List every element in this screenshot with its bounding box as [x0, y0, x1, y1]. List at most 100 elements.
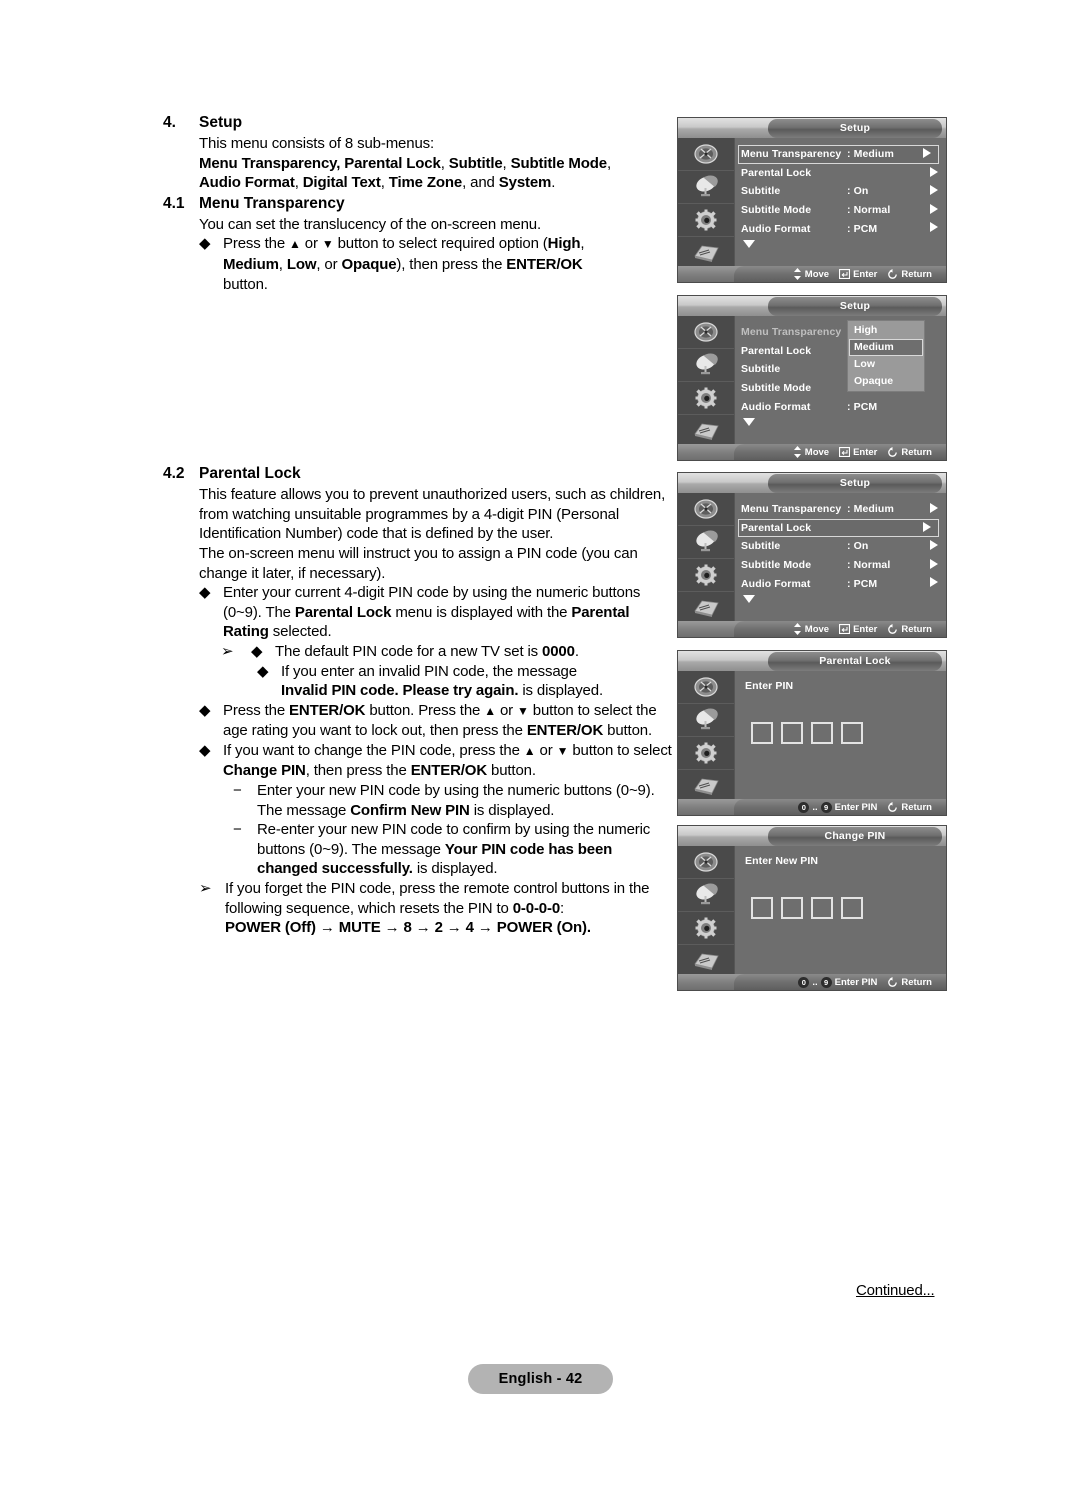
footer-move[interactable]: Move: [793, 623, 829, 635]
pin-digit-box[interactable]: [841, 897, 863, 919]
pin-digit-box[interactable]: [781, 897, 803, 919]
osd-footer-items: Move Enter Return: [678, 446, 940, 458]
bold-confirm-new-pin: Confirm New PIN: [350, 801, 470, 819]
osd-panel-enter-pin: Parental Lock Enter PIN 0 .. 9 Enter PIN…: [677, 650, 947, 816]
b1c: selected.: [268, 623, 332, 641]
sidebar-icon-gear[interactable]: [678, 737, 734, 770]
sidebar-icon-satellite-dish[interactable]: [678, 704, 734, 737]
footer-enter-pin[interactable]: 0 .. 9 Enter PIN: [798, 801, 877, 813]
footer-return[interactable]: Return: [887, 268, 932, 280]
footer-move[interactable]: Move: [793, 268, 829, 280]
sidebar-icon-input-source[interactable]: [678, 237, 734, 269]
sidebar-icon-setup-compass[interactable]: [678, 671, 734, 704]
sidebar-icon-setup-compass[interactable]: [678, 846, 734, 879]
sidebar-icon-input-source[interactable]: [678, 945, 734, 977]
osd-sidebar: [678, 316, 735, 444]
bold-invalid-pin-msg: Invalid PIN code. Please try again.: [281, 682, 519, 700]
pin-digit-box[interactable]: [751, 897, 773, 919]
footer-return[interactable]: Return: [887, 623, 932, 635]
osd-sidebar: [678, 671, 735, 799]
footer-enter[interactable]: Enter: [839, 269, 877, 280]
osd-row-audio-format[interactable]: Audio Format : PCM: [741, 574, 946, 593]
osd-row-parental-lock[interactable]: Parental Lock: [738, 518, 939, 538]
scroll-down-indicator-icon[interactable]: [743, 417, 755, 426]
pin-input-boxes[interactable]: [751, 722, 946, 744]
footer-return[interactable]: Return: [887, 446, 932, 458]
sidebar-icon-gear[interactable]: [678, 559, 734, 592]
sidebar-icon-gear[interactable]: [678, 204, 734, 237]
footer-enter-pin[interactable]: 0 .. 9 Enter PIN: [798, 976, 877, 988]
sidebar-icon-satellite-dish[interactable]: [678, 879, 734, 912]
sidebar-icon-gear[interactable]: [678, 912, 734, 945]
osd-row-subtitle[interactable]: Subtitle : On: [741, 182, 946, 201]
scroll-down-indicator-icon[interactable]: [743, 239, 755, 248]
osd-row-menu-transparency[interactable]: Menu Transparency : Medium: [741, 500, 946, 519]
manual-text-column: 4. Setup This menu consists of 8 sub-men…: [163, 113, 675, 938]
pin-digit-box[interactable]: [841, 722, 863, 744]
nb: :: [560, 899, 565, 917]
footer-return[interactable]: Return: [887, 976, 932, 988]
sidebar-icon-satellite-dish[interactable]: [678, 349, 734, 382]
section-4-1-heading: 4.1 Menu Transparency: [163, 194, 675, 214]
dash-enter-new-pin-text: Enter your new PIN code by using the num…: [257, 781, 675, 820]
up-triangle-icon: ▲: [523, 743, 536, 758]
sidebar-icon-input-source[interactable]: [678, 415, 734, 447]
bold-reset-pin: 0-0-0-0: [512, 899, 561, 917]
osd-row-subtitle-mode[interactable]: Subtitle Mode : Normal: [741, 201, 946, 220]
dropdown-option-opaque[interactable]: Opaque: [849, 373, 923, 390]
scroll-down-indicator-icon[interactable]: [743, 594, 755, 603]
osd-sidebar: [678, 846, 735, 974]
pin-digit-box[interactable]: [751, 722, 773, 744]
osd-footer-bar: Move Enter Return: [678, 266, 946, 282]
osd-row-subtitle[interactable]: Subtitle : On: [741, 537, 946, 556]
setup-compass-icon: [694, 322, 718, 342]
sidebar-icon-input-source[interactable]: [678, 770, 734, 802]
osd-menu-list: Menu Transparency : Medium Parental Lock…: [735, 493, 946, 621]
sidebar-icon-gear[interactable]: [678, 382, 734, 415]
return-arrow-icon: [888, 268, 898, 279]
osd-row-parental-lock[interactable]: Parental Lock: [741, 164, 946, 183]
osd-row-label: Subtitle: [741, 540, 781, 553]
sidebar-icon-setup-compass[interactable]: [678, 138, 734, 171]
footer-return[interactable]: Return: [887, 801, 932, 813]
dropdown-option-high[interactable]: High: [849, 322, 923, 339]
osd-row-label: Parental Lock: [741, 166, 812, 179]
footer-label: Move: [804, 623, 830, 635]
sidebar-icon-input-source[interactable]: [678, 592, 734, 624]
setup-compass-icon: [694, 852, 718, 872]
diamond-bullet-icon: ◆: [199, 701, 211, 719]
pin-digit-box[interactable]: [781, 722, 803, 744]
pin-digit-box[interactable]: [811, 897, 833, 919]
osd-row-audio-format[interactable]: Audio Format : PCM: [741, 219, 946, 238]
osd-row-audio-format[interactable]: Audio Format : PCM: [741, 397, 946, 416]
footer-enter[interactable]: Enter: [839, 624, 877, 635]
submenu-audio-format: Audio Format: [199, 174, 295, 192]
pin-input-boxes[interactable]: [751, 897, 946, 919]
footer-move[interactable]: Move: [793, 446, 829, 458]
footer-enter[interactable]: Enter: [839, 447, 877, 458]
menu-transparency-dropdown[interactable]: High Medium Low Opaque: [847, 320, 925, 392]
diamond-bullet-icon: ◆: [199, 235, 211, 253]
osd-footer-items: Move Enter Return: [678, 623, 940, 635]
dropdown-option-low[interactable]: Low: [849, 356, 923, 373]
pin-digit-box[interactable]: [811, 722, 833, 744]
osd-title-bar: Setup: [678, 296, 946, 316]
input-source-icon: [694, 423, 719, 440]
section-4-submenu-list: Menu Transparency, Parental Lock, Subtit…: [199, 154, 612, 192]
na: If you forget the PIN code, press the re…: [225, 880, 650, 917]
osd-row-menu-transparency[interactable]: Menu Transparency : Medium: [738, 145, 939, 164]
section-4-1-title: Menu Transparency: [199, 194, 345, 212]
sidebar-icon-satellite-dish[interactable]: [678, 171, 734, 204]
sidebar-icon-setup-compass[interactable]: [678, 493, 734, 526]
osd-row-subtitle-mode[interactable]: Subtitle Mode : Normal: [741, 556, 946, 575]
osd-panel-change-pin: Change PIN Enter New PIN 0 .. 9 Enter PI…: [677, 825, 947, 991]
osd-row-label: Menu Transparency: [741, 148, 842, 161]
sidebar-icon-satellite-dish[interactable]: [678, 526, 734, 559]
b2e: button.: [603, 722, 652, 740]
sidebar-icon-setup-compass[interactable]: [678, 316, 734, 349]
t-post: button to select required option (: [333, 235, 548, 253]
osd-row-value: : PCM: [847, 400, 878, 413]
updown-arrow-icon: [793, 268, 801, 280]
osd-row-label: Subtitle: [741, 363, 781, 376]
dropdown-option-medium[interactable]: Medium: [849, 339, 923, 356]
